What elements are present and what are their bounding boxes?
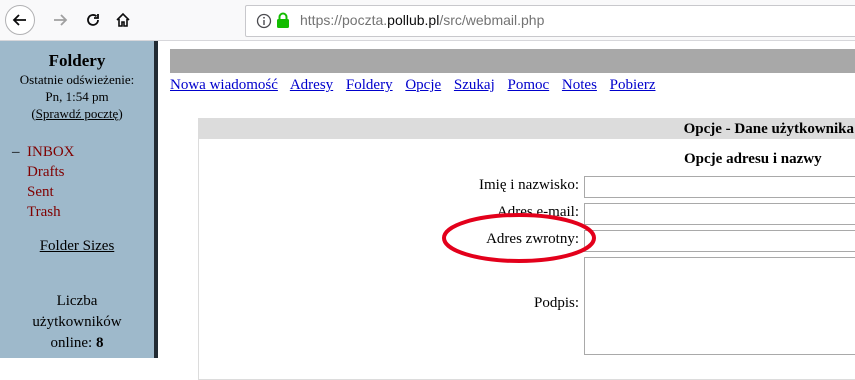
lock-icon[interactable] bbox=[276, 12, 290, 34]
url-text[interactable]: https://poczta.pollub.pl/src/webmail.php bbox=[300, 12, 544, 28]
menu-notes[interactable]: Notes bbox=[562, 77, 597, 93]
back-arrow-icon bbox=[12, 14, 26, 26]
home-button[interactable] bbox=[108, 5, 138, 35]
full-name-input[interactable] bbox=[584, 176, 855, 198]
online-label-line2: użytkowników bbox=[32, 314, 122, 330]
folder-item-drafts: Drafts bbox=[12, 162, 154, 182]
refresh-time: Pn, 1:54 pm bbox=[45, 89, 109, 104]
folder-link-sent[interactable]: Sent bbox=[27, 184, 54, 200]
folder-list: – INBOX Drafts Sent Trash bbox=[0, 142, 154, 222]
reply-to-input[interactable] bbox=[584, 230, 855, 252]
folder-link-drafts[interactable]: Drafts bbox=[27, 164, 65, 180]
signature-label: Podpis: bbox=[533, 295, 579, 311]
signature-textarea[interactable] bbox=[584, 257, 855, 355]
url-prefix: https://poczta. bbox=[300, 12, 388, 28]
check-mail-close-paren: ) bbox=[118, 106, 123, 121]
home-icon bbox=[116, 12, 130, 27]
sidebar-title: Foldery bbox=[48, 51, 106, 70]
menu-options[interactable]: Opcje bbox=[405, 77, 441, 93]
browser-toolbar: https://poczta.pollub.pl/src/webmail.php bbox=[0, 0, 855, 41]
back-button[interactable] bbox=[5, 5, 35, 35]
reload-button[interactable] bbox=[78, 5, 108, 35]
current-folder-marker: – bbox=[12, 144, 20, 160]
online-label-line3-wrapper: online: 8 bbox=[0, 333, 154, 354]
email-input[interactable] bbox=[584, 203, 855, 225]
reload-icon bbox=[87, 14, 99, 26]
full-name-label: Imię i nazwisko: bbox=[479, 177, 579, 193]
menu-search[interactable]: Szukaj bbox=[454, 77, 495, 93]
main-frame: Nowa wiadomość Adresy Foldery Opcje Szuk… bbox=[158, 41, 855, 380]
title-bar bbox=[170, 49, 855, 73]
options-panel: Opcje - Dane użytkownika Opcje adresu i … bbox=[198, 118, 855, 380]
folder-sizes-link[interactable]: Folder Sizes bbox=[0, 238, 154, 255]
folder-sidebar: Foldery Ostatnie odświeżenie: Pn, 1:54 p… bbox=[0, 41, 154, 358]
online-count: 8 bbox=[95, 335, 104, 351]
folder-item-sent: Sent bbox=[12, 182, 154, 202]
online-label-line1: Liczba bbox=[56, 293, 98, 309]
url-path: /src/webmail.php bbox=[439, 12, 545, 28]
online-users: Liczba użytkowników online: 8 bbox=[0, 291, 154, 354]
folder-link-inbox[interactable]: INBOX bbox=[27, 144, 75, 160]
menu-folders[interactable]: Foldery bbox=[346, 77, 393, 93]
check-mail-wrapper: (Sprawdź pocztę) bbox=[0, 105, 154, 122]
top-menu: Nowa wiadomość Adresy Foldery Opcje Szuk… bbox=[170, 77, 665, 94]
forward-button[interactable] bbox=[45, 5, 75, 35]
refresh-label: Ostatnie odświeżenie: bbox=[19, 72, 135, 87]
check-mail-link[interactable]: Sprawdź pocztę bbox=[36, 106, 119, 121]
menu-new-message[interactable]: Nowa wiadomość bbox=[170, 77, 278, 93]
info-icon[interactable] bbox=[256, 13, 272, 34]
menu-download[interactable]: Pobierz bbox=[610, 77, 656, 93]
reply-to-label: Adres zwrotny: bbox=[486, 231, 579, 247]
email-label: Adres e-mail: bbox=[496, 204, 579, 220]
menu-help[interactable]: Pomoc bbox=[508, 77, 550, 93]
section-title: Opcje adresu i nazwy bbox=[684, 151, 822, 167]
folder-link-trash[interactable]: Trash bbox=[27, 204, 61, 220]
url-host: pollub.pl bbox=[387, 12, 440, 28]
menu-addresses[interactable]: Adresy bbox=[290, 77, 333, 93]
forward-arrow-icon bbox=[54, 14, 68, 26]
url-bar[interactable]: https://poczta.pollub.pl/src/webmail.php bbox=[245, 5, 855, 37]
folder-item-inbox: – INBOX bbox=[12, 142, 154, 162]
folder-item-trash: Trash bbox=[12, 202, 154, 222]
online-label-line3: online: bbox=[50, 335, 93, 351]
options-header: Opcje - Dane użytkownika bbox=[199, 119, 855, 139]
